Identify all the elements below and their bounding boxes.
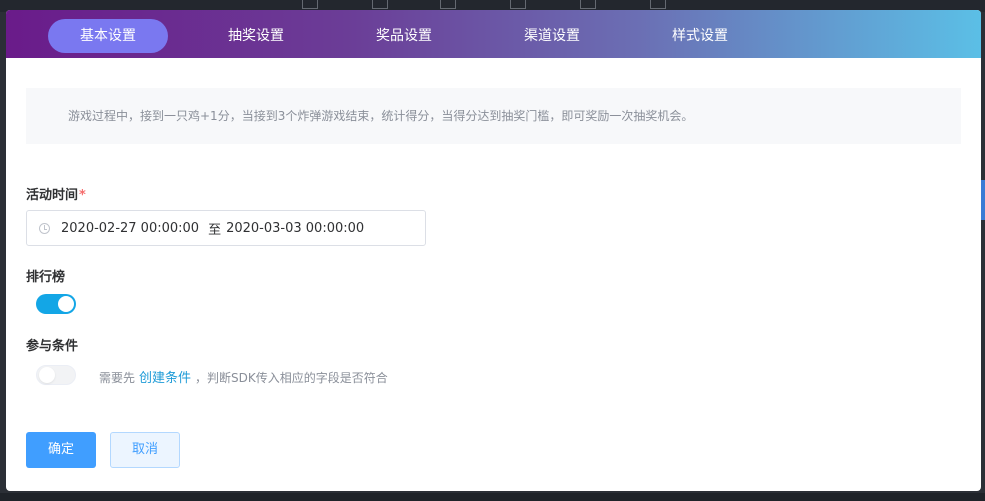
cancel-button[interactable]: 取消: [110, 432, 180, 468]
end-datetime[interactable]: 2020-03-03 00:00:00: [226, 221, 364, 236]
tab-style-settings[interactable]: 样式设置: [640, 19, 760, 53]
clock-icon: [39, 222, 50, 234]
activity-time-label-text: 活动时间: [26, 188, 79, 203]
range-separator: 至: [208, 222, 222, 238]
toolbar-icon: [650, 0, 666, 9]
hint-suffix: ，判断SDK传入相应的字段是否符合: [195, 371, 388, 385]
tab-basic-settings[interactable]: 基本设置: [48, 19, 168, 53]
tab-lottery-settings[interactable]: 抽奖设置: [196, 19, 316, 53]
tab-channel-settings[interactable]: 渠道设置: [492, 19, 612, 53]
create-condition-link[interactable]: 创建条件: [139, 371, 191, 386]
settings-dialog: 基本设置 抽奖设置 奖品设置 渠道设置 样式设置 游戏过程中，接到一只鸡+1分，…: [6, 10, 981, 491]
participation-condition-label: 参与条件: [26, 339, 79, 354]
participation-condition-hint: 需要先 创建条件 ，判断SDK传入相应的字段是否符合: [99, 367, 388, 386]
confirm-button[interactable]: 确定: [26, 432, 96, 468]
toolbar-icon: [580, 0, 596, 9]
toggle-knob: [58, 296, 74, 312]
hint-prefix: 需要先: [99, 371, 136, 385]
background-app-footer: [0, 493, 985, 501]
tab-prize-settings[interactable]: 奖品设置: [344, 19, 464, 53]
toggle-knob: [39, 367, 55, 383]
toolbar-icon: [302, 0, 318, 9]
settings-tab-bar: 基本设置 抽奖设置 奖品设置 渠道设置 样式设置: [6, 10, 981, 58]
activity-time-label: 活动时间*: [26, 184, 86, 203]
toolbar-icon: [372, 0, 388, 9]
toolbar-icon: [510, 0, 526, 9]
required-asterisk: *: [79, 188, 86, 203]
activity-date-range-picker[interactable]: 2020-02-27 00:00:00 至 2020-03-03 00:00:0…: [26, 210, 426, 246]
leaderboard-label: 排行榜: [26, 270, 66, 285]
toolbar-icon: [440, 0, 456, 9]
game-rules-notice: 游戏过程中，接到一只鸡+1分，当接到3个炸弹游戏结束，统计得分，当得分达到抽奖门…: [26, 88, 961, 144]
leaderboard-toggle[interactable]: [36, 294, 76, 314]
participation-condition-toggle[interactable]: [36, 365, 76, 385]
start-datetime[interactable]: 2020-02-27 00:00:00: [61, 221, 199, 236]
